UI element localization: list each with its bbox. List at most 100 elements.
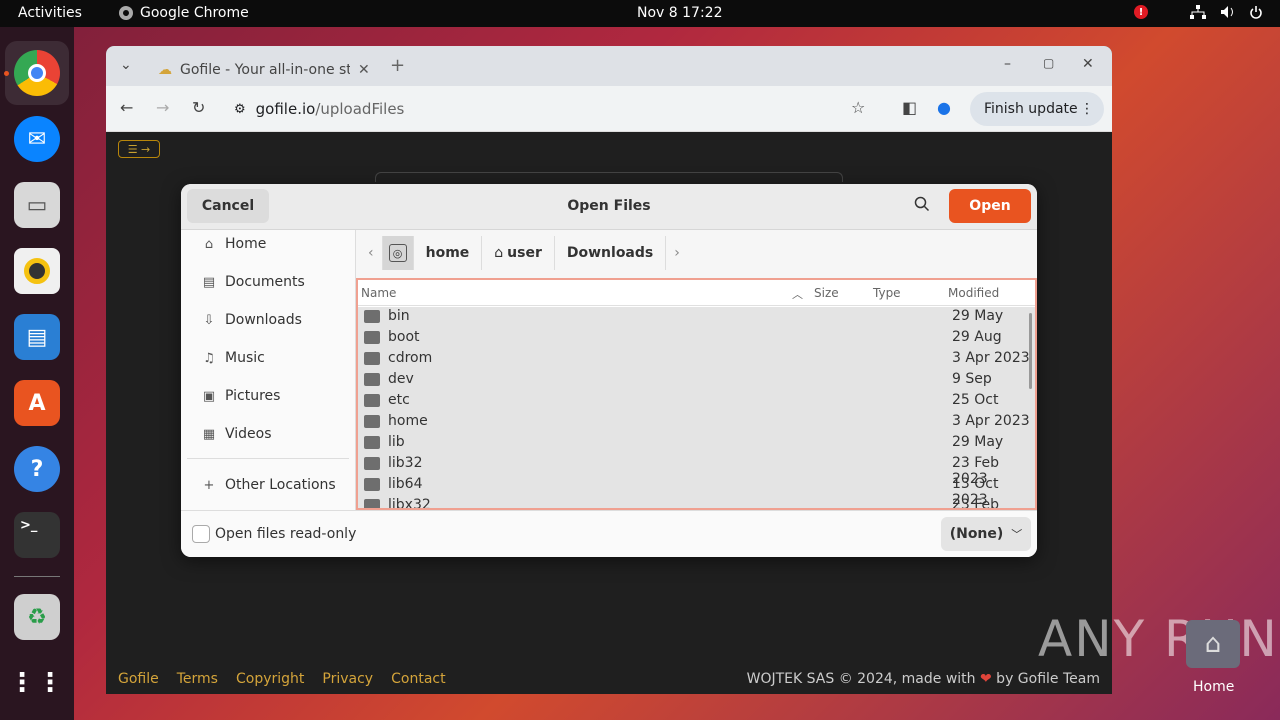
more-menu-icon[interactable]: ⋮ xyxy=(1080,101,1094,117)
clock[interactable]: Nov 8 17:22 xyxy=(637,5,722,21)
footer-link[interactable]: Gofile xyxy=(118,671,159,687)
maximize-icon[interactable]: ▢ xyxy=(1043,56,1054,70)
sidebar-item-documents[interactable]: ▤ Documents xyxy=(201,274,305,290)
chrome-small-icon xyxy=(119,6,133,20)
file-row[interactable]: etc 25 Oct xyxy=(358,391,1035,412)
chrome-icon[interactable] xyxy=(14,50,60,96)
back-icon[interactable]: ← xyxy=(120,98,133,117)
file-row[interactable]: cdrom 3 Apr 2023 xyxy=(358,349,1035,370)
heart-icon: ❤ xyxy=(980,671,992,687)
reload-icon[interactable]: ↻ xyxy=(192,98,205,117)
tab-gofile[interactable]: ☁ Gofile - Your all-in-one st ✕ xyxy=(148,53,376,86)
copyright-suffix: by Gofile Team xyxy=(991,671,1100,687)
file-browser: ‹ ◎ home ⌂ user Downloads › Name ︿ Size T… xyxy=(355,230,1037,510)
forward-icon[interactable]: → xyxy=(156,98,169,117)
network-icon xyxy=(1190,5,1206,19)
finish-update-button[interactable]: Finish update ⋮ xyxy=(970,92,1104,126)
file-name: lib xyxy=(388,434,405,450)
file-list[interactable]: Name ︿ Size Type Modified bin 29 May boot… xyxy=(356,278,1037,510)
terminal-icon[interactable]: >_ xyxy=(14,512,60,558)
files-icon[interactable]: ▭ xyxy=(14,182,60,228)
readonly-label[interactable]: Open files read-only xyxy=(215,526,356,542)
file-row[interactable]: lib 29 May xyxy=(358,433,1035,454)
upload-panel xyxy=(375,172,843,182)
path-forward-icon[interactable]: › xyxy=(666,236,688,270)
minimize-icon[interactable]: – xyxy=(1004,56,1011,72)
tab-search-icon[interactable]: ⌄ xyxy=(120,57,132,73)
file-row[interactable]: dev 9 Sep xyxy=(358,370,1035,391)
column-name[interactable]: Name xyxy=(361,286,396,300)
file-row[interactable]: boot 29 Aug xyxy=(358,328,1035,349)
footer-link[interactable]: Terms xyxy=(177,671,218,687)
file-modified: 3 Apr 2023 xyxy=(952,350,1030,366)
sidebar-item-pictures[interactable]: ▣ Pictures xyxy=(201,388,281,404)
places-sidebar: ⌂ Home ▤ Documents ⇩ Downloads ♫ Music ▣ Pict… xyxy=(187,230,353,510)
help-icon[interactable]: ? xyxy=(14,446,60,492)
system-tray[interactable]: ! xyxy=(1134,5,1262,19)
folder-icon xyxy=(364,436,380,449)
path-crumb-downloads[interactable]: Downloads xyxy=(554,236,667,270)
bookmark-star-icon[interactable]: ☆ xyxy=(851,98,865,117)
sidebar-item-music[interactable]: ♫ Music xyxy=(201,350,265,366)
desktop-home-label[interactable]: Home xyxy=(1193,679,1234,695)
activities-button[interactable]: Activities xyxy=(18,5,82,21)
folder-icon xyxy=(364,394,380,407)
close-window-icon[interactable]: ✕ xyxy=(1082,56,1094,72)
writer-icon[interactable]: ▤ xyxy=(14,314,60,360)
sidebar-toggle-icon[interactable]: ☰ → xyxy=(118,140,160,158)
file-name: cdrom xyxy=(388,350,433,366)
download-icon: ⇩ xyxy=(203,312,215,328)
tab-close-icon[interactable]: ✕ xyxy=(358,62,370,78)
folder-icon xyxy=(364,331,380,344)
address-bar[interactable]: ⚙ gofile.io/uploadFiles xyxy=(222,92,884,126)
sidebar-item-downloads[interactable]: ⇩ Downloads xyxy=(201,312,302,328)
file-list-scrollbar[interactable] xyxy=(1029,313,1032,389)
trash-icon[interactable]: ♻ xyxy=(14,594,60,640)
column-type[interactable]: Type xyxy=(873,286,901,300)
file-row[interactable]: libx32 23 Feb 2023 xyxy=(358,496,1035,508)
site-info-icon[interactable]: ⚙ xyxy=(234,102,246,117)
footer-link[interactable]: Copyright xyxy=(236,671,304,687)
dialog-footer: Open files read-only (None) ﹀ xyxy=(181,510,1037,557)
path-back-icon[interactable]: ‹ xyxy=(360,236,383,270)
sidebar-item-label: Other Locations xyxy=(225,477,336,493)
file-row[interactable]: lib64 13 Oct 2023 xyxy=(358,475,1035,508)
sidebar-item-home[interactable]: ⌂ Home xyxy=(201,236,266,252)
rhythmbox-icon[interactable] xyxy=(14,248,60,294)
show-apps-icon[interactable]: ⋮⋮ xyxy=(9,660,63,706)
file-modified: 29 May xyxy=(952,434,1004,450)
sidebar-item-videos[interactable]: ▦ Videos xyxy=(201,426,272,442)
profile-icon[interactable]: ● xyxy=(937,98,951,117)
open-button[interactable]: Open xyxy=(949,189,1031,223)
app-center-icon[interactable]: A xyxy=(14,380,60,426)
file-row[interactable]: lib32 23 Feb 2023 xyxy=(358,454,1035,487)
top-bar: Activities Google Chrome Nov 8 17:22 ! xyxy=(0,0,1280,27)
alert-icon[interactable]: ! xyxy=(1134,5,1148,19)
copyright-prefix: WOJTEK SAS © 2024, made with xyxy=(746,671,980,687)
path-root-drive[interactable]: ◎ xyxy=(382,236,414,270)
new-tab-icon[interactable]: + xyxy=(390,55,405,76)
file-row[interactable]: bin 29 May xyxy=(358,307,1035,328)
file-row[interactable]: home 3 Apr 2023 xyxy=(358,412,1035,433)
thunderbird-icon[interactable]: ✉ xyxy=(14,116,60,162)
sidebar-item-other-locations[interactable]: + Other Locations xyxy=(201,477,336,493)
file-name: lib64 xyxy=(388,476,423,492)
readonly-checkbox[interactable] xyxy=(192,525,210,543)
path-crumb-user[interactable]: ⌂ user xyxy=(482,236,555,270)
file-modified: 29 May xyxy=(952,308,1004,324)
tab-strip: ⌄ ☁ Gofile - Your all-in-one st ✕ + – ▢ … xyxy=(106,46,1112,86)
file-modified: 3 Apr 2023 xyxy=(952,413,1030,429)
search-icon[interactable] xyxy=(914,196,930,212)
footer-link[interactable]: Contact xyxy=(391,671,445,687)
desktop-home-icon[interactable]: ⌂ xyxy=(1186,620,1240,668)
file-filter-dropdown[interactable]: (None) ﹀ xyxy=(941,517,1031,551)
column-modified[interactable]: Modified xyxy=(948,286,999,300)
file-modified: 9 Sep xyxy=(952,371,992,387)
footer-link[interactable]: Privacy xyxy=(322,671,373,687)
column-size[interactable]: Size xyxy=(814,286,839,300)
sidebar-item-label: Music xyxy=(225,350,265,366)
path-crumb-home[interactable]: home xyxy=(413,236,483,270)
path-crumb-label: user xyxy=(507,245,542,261)
side-panel-icon[interactable]: ◧ xyxy=(902,98,917,117)
app-menu[interactable]: Google Chrome xyxy=(118,5,249,21)
